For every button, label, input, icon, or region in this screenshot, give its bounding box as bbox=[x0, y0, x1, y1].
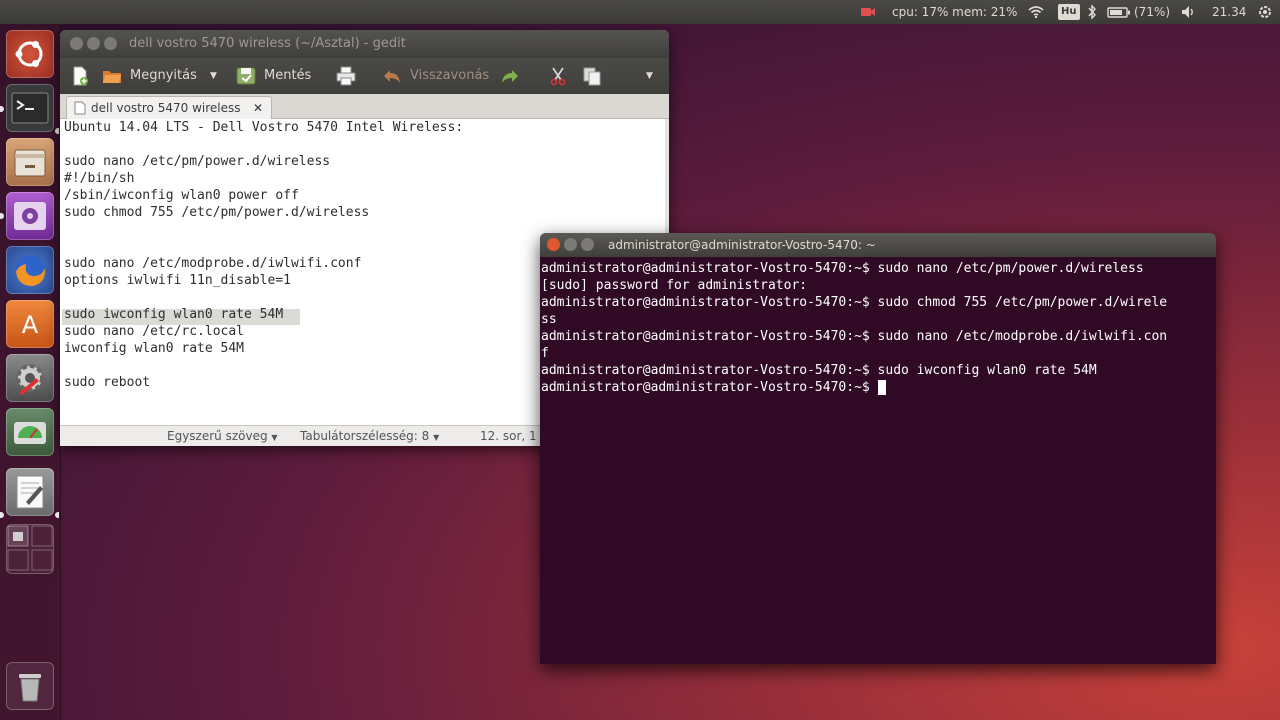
undo-button[interactable]: Visszavonás bbox=[382, 58, 492, 94]
syntax-dropdown-icon: ▼ bbox=[271, 433, 278, 442]
terminal-line: administrator@administrator-Vostro-5470:… bbox=[541, 261, 1144, 276]
redo-button[interactable] bbox=[500, 58, 524, 94]
tab-width-selector[interactable]: Tabulátorszélesség: 8 ▼ bbox=[300, 426, 439, 446]
document-tab-label: dell vostro 5470 wireless bbox=[91, 101, 241, 115]
files-icon[interactable] bbox=[6, 138, 54, 186]
editor-line: iwconfig wlan0 rate 54M bbox=[64, 341, 245, 356]
scissors-icon bbox=[550, 67, 566, 86]
gedit-icon[interactable] bbox=[6, 468, 54, 516]
printer-icon bbox=[336, 66, 356, 86]
keyboard-layout-indicator[interactable]: Hu bbox=[1058, 4, 1080, 20]
active-window-indicator bbox=[55, 512, 59, 518]
terminal-window-title: administrator@administrator-Vostro-5470:… bbox=[608, 238, 876, 252]
software-center-icon[interactable]: A bbox=[6, 300, 54, 348]
copy-button[interactable] bbox=[582, 58, 606, 94]
launcher: A bbox=[0, 24, 61, 720]
editor-line: sudo iwconfig wlan0 rate 54M bbox=[64, 307, 284, 322]
close-window-button[interactable] bbox=[547, 238, 560, 251]
terminal-output[interactable]: administrator@administrator-Vostro-5470:… bbox=[540, 260, 1216, 664]
copy-icon bbox=[583, 67, 601, 86]
gedit-titlebar[interactable]: dell vostro 5470 wireless (~/Asztal) - g… bbox=[60, 30, 669, 58]
volume-icon[interactable] bbox=[1180, 4, 1196, 20]
wifi-icon[interactable] bbox=[1028, 4, 1044, 20]
close-tab-icon[interactable]: ✕ bbox=[253, 97, 263, 119]
system-settings-icon[interactable] bbox=[6, 354, 54, 402]
editor-line: sudo nano /etc/modprobe.d/iwlwifi.conf bbox=[64, 256, 362, 271]
maximize-window-button[interactable] bbox=[104, 37, 117, 50]
running-indicator bbox=[0, 213, 4, 219]
editor-line: /sbin/iwconfig wlan0 power off bbox=[64, 188, 299, 203]
terminal-window: administrator@administrator-Vostro-5470:… bbox=[540, 233, 1216, 664]
ubuntu-dash-icon[interactable] bbox=[6, 30, 54, 78]
editor-line: sudo chmod 755 /etc/pm/power.d/wireless bbox=[64, 205, 370, 220]
open-dropdown-icon[interactable]: ▼ bbox=[210, 58, 217, 94]
battery-icon[interactable] bbox=[1107, 4, 1131, 20]
open-label: Megnyitás bbox=[130, 68, 197, 83]
editor-line: options iwlwifi 11n_disable=1 bbox=[64, 273, 291, 288]
bluetooth-icon[interactable] bbox=[1084, 4, 1100, 20]
terminal-line: administrator@administrator-Vostro-5470:… bbox=[541, 363, 1097, 378]
terminal-icon[interactable] bbox=[6, 84, 54, 132]
trash-icon[interactable] bbox=[6, 662, 54, 710]
text-file-icon bbox=[74, 101, 86, 115]
running-indicator bbox=[0, 512, 4, 518]
editor-line: sudo nano /etc/pm/power.d/wireless bbox=[64, 154, 331, 169]
editor-line: Ubuntu 14.04 LTS - Dell Vostro 5470 Inte… bbox=[64, 120, 464, 135]
document-tab[interactable]: dell vostro 5470 wireless ✕ bbox=[66, 96, 272, 119]
redo-icon bbox=[502, 70, 518, 83]
terminal-cursor bbox=[877, 380, 886, 395]
terminal-line: administrator@administrator-Vostro-5470:… bbox=[541, 329, 1168, 344]
top-panel: cpu: 17% mem: 21% Hu (71%) 21.34 bbox=[0, 0, 1280, 24]
cpu-mem-indicator[interactable]: cpu: 17% mem: 21% bbox=[892, 0, 1017, 24]
syntax-label: Egyszerű szöveg bbox=[167, 429, 268, 443]
close-window-button[interactable] bbox=[70, 37, 83, 50]
terminal-titlebar[interactable]: administrator@administrator-Vostro-5470:… bbox=[540, 233, 1216, 257]
terminal-line: administrator@administrator-Vostro-5470:… bbox=[541, 380, 878, 395]
tab-width-label: Tabulátorszélesség: 8 bbox=[300, 429, 430, 443]
editor-line: sudo reboot bbox=[64, 375, 151, 390]
folder-open-icon bbox=[103, 71, 121, 83]
gedit-tab-bar: dell vostro 5470 wireless ✕ bbox=[60, 94, 669, 119]
minimize-window-button[interactable] bbox=[564, 238, 577, 251]
editor-line: sudo nano /etc/rc.local bbox=[64, 324, 245, 339]
print-button[interactable] bbox=[336, 58, 360, 94]
active-window-indicator bbox=[55, 128, 59, 134]
gedit-toolbar: Megnyitás ▼ Mentés Visszavonás ▼ bbox=[60, 58, 669, 94]
maximize-window-button[interactable] bbox=[581, 238, 594, 251]
syntax-selector[interactable]: Egyszerű szöveg ▼ bbox=[167, 426, 278, 446]
cut-button[interactable] bbox=[548, 58, 572, 94]
terminal-line: ss bbox=[541, 312, 557, 327]
gedit-window-title: dell vostro 5470 wireless (~/Asztal) - g… bbox=[129, 36, 406, 51]
running-indicator bbox=[0, 106, 4, 112]
camera-recording-icon[interactable] bbox=[860, 4, 876, 20]
save-label: Mentés bbox=[264, 68, 312, 83]
svg-text:A: A bbox=[22, 311, 39, 339]
disk-usage-icon[interactable] bbox=[6, 408, 54, 456]
workspace-switcher-icon[interactable] bbox=[6, 524, 54, 574]
toolbar-overflow-icon[interactable]: ▼ bbox=[646, 58, 660, 94]
cursor-position: 12. sor, 1 bbox=[480, 429, 537, 443]
power-gear-icon[interactable] bbox=[1257, 4, 1273, 20]
clock[interactable]: 21.34 bbox=[1212, 0, 1246, 24]
terminal-line: administrator@administrator-Vostro-5470:… bbox=[541, 295, 1168, 310]
open-button[interactable]: Megnyitás ▼ bbox=[102, 58, 222, 94]
media-player-icon[interactable] bbox=[6, 192, 54, 240]
undo-icon bbox=[384, 70, 400, 83]
editor-line: #!/bin/sh bbox=[64, 171, 135, 186]
save-icon bbox=[236, 67, 256, 85]
minimize-window-button[interactable] bbox=[87, 37, 100, 50]
new-document-icon bbox=[73, 66, 88, 86]
undo-label: Visszavonás bbox=[410, 68, 490, 83]
new-document-button[interactable] bbox=[68, 58, 92, 94]
terminal-line: f bbox=[541, 346, 549, 361]
battery-percentage[interactable]: (71%) bbox=[1134, 0, 1170, 24]
tab-width-dropdown-icon: ▼ bbox=[433, 433, 440, 442]
save-button[interactable]: Mentés bbox=[236, 58, 326, 94]
firefox-icon[interactable] bbox=[6, 246, 54, 294]
terminal-line: [sudo] password for administrator: bbox=[541, 278, 808, 293]
